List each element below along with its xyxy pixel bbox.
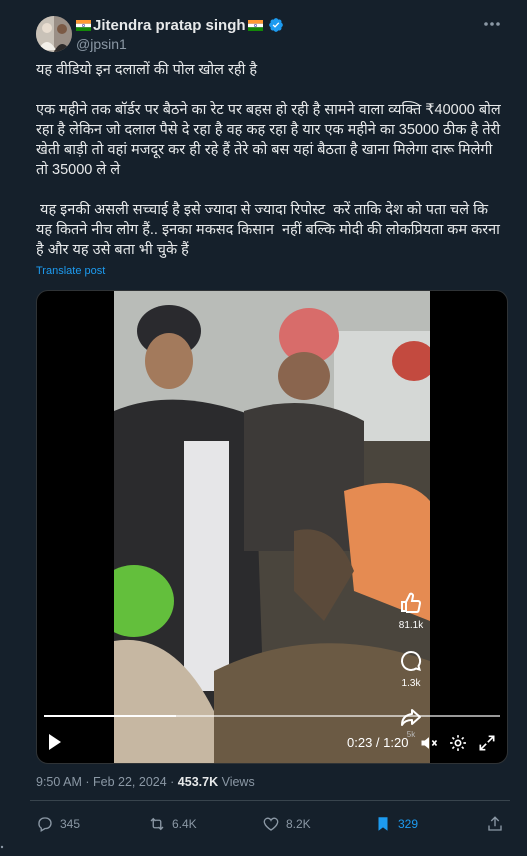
video-progress-bar[interactable] [44, 715, 500, 717]
heart-icon [263, 817, 279, 831]
play-icon [49, 734, 61, 750]
action-bar: 345 6.4K 8.2K 329 [36, 815, 506, 835]
video-time: 0:23 / 1:20 [347, 735, 409, 750]
video-scene-image [114, 291, 430, 763]
gear-icon [450, 735, 466, 751]
video-comment-count: 1.3k [401, 678, 421, 689]
avatar-image [36, 16, 72, 52]
like-button[interactable]: 8.2K [262, 815, 311, 833]
view-count: 453.7K [177, 775, 219, 789]
share-button[interactable] [486, 815, 504, 833]
avatar[interactable] [36, 16, 72, 52]
verified-badge-icon [268, 18, 283, 32]
translate-post-link[interactable]: Translate post [36, 265, 105, 277]
post-date[interactable]: Feb 22, 2024 [93, 775, 167, 789]
video-like-count: 81.1k [398, 620, 424, 631]
repost-icon [150, 817, 164, 831]
more-options-icon[interactable] [482, 14, 502, 39]
reply-icon [38, 817, 52, 832]
india-flag-icon [247, 19, 263, 31]
video-like-action[interactable]: 81.1k [396, 591, 426, 631]
settings-button[interactable] [448, 733, 468, 758]
author-name[interactable]: Jitendra pratap singh [93, 17, 246, 34]
play-button[interactable] [47, 733, 63, 756]
divider [30, 800, 510, 801]
reply-count: 345 [60, 817, 81, 831]
upload-share-icon [488, 816, 502, 831]
post: Jitendra pratap singh @jpsin1 यह वीडियो … [0, 0, 527, 850]
share-arrow-icon [401, 709, 421, 726]
meta-separator: · [85, 775, 93, 789]
india-flag-icon [76, 19, 91, 31]
repost-button[interactable]: 6.4K [148, 815, 197, 833]
bookmark-count: 329 [398, 817, 419, 831]
meta-separator: · [170, 775, 178, 789]
video-frame [114, 291, 430, 763]
fullscreen-icon [479, 735, 495, 751]
edge-dot-icon [0, 845, 4, 849]
thumbs-up-icon [401, 592, 421, 613]
repost-count: 6.4K [172, 817, 197, 831]
comment-bubble-icon [401, 650, 422, 671]
post-time[interactable]: 9:50 AM [36, 775, 82, 789]
author-name-row[interactable]: Jitendra pratap singh [76, 16, 284, 34]
more-horizontal-icon [484, 22, 500, 26]
post-meta: 9:50 AM · Feb 22, 2024 · 453.7K Views [36, 775, 255, 789]
video-progress-fill [44, 715, 177, 717]
bookmark-filled-icon [378, 817, 388, 831]
reply-button[interactable]: 345 [36, 815, 80, 833]
window-edge-marker [0, 838, 6, 850]
post-text: यह वीडियो इन दलालों की पोल खोल रही है एक… [36, 62, 501, 258]
author-handle[interactable]: @jpsin1 [76, 36, 127, 52]
video-player[interactable]: 81.1k 1.3k 5k 0:23 / 1:20 [36, 290, 508, 764]
views-label: Views [221, 775, 255, 789]
fullscreen-button[interactable] [477, 733, 497, 758]
mute-button[interactable] [419, 733, 439, 758]
bookmark-button[interactable]: 329 [374, 815, 418, 833]
volume-muted-icon [421, 737, 438, 749]
video-comment-action[interactable]: 1.3k [396, 649, 426, 689]
like-count: 8.2K [286, 817, 311, 831]
